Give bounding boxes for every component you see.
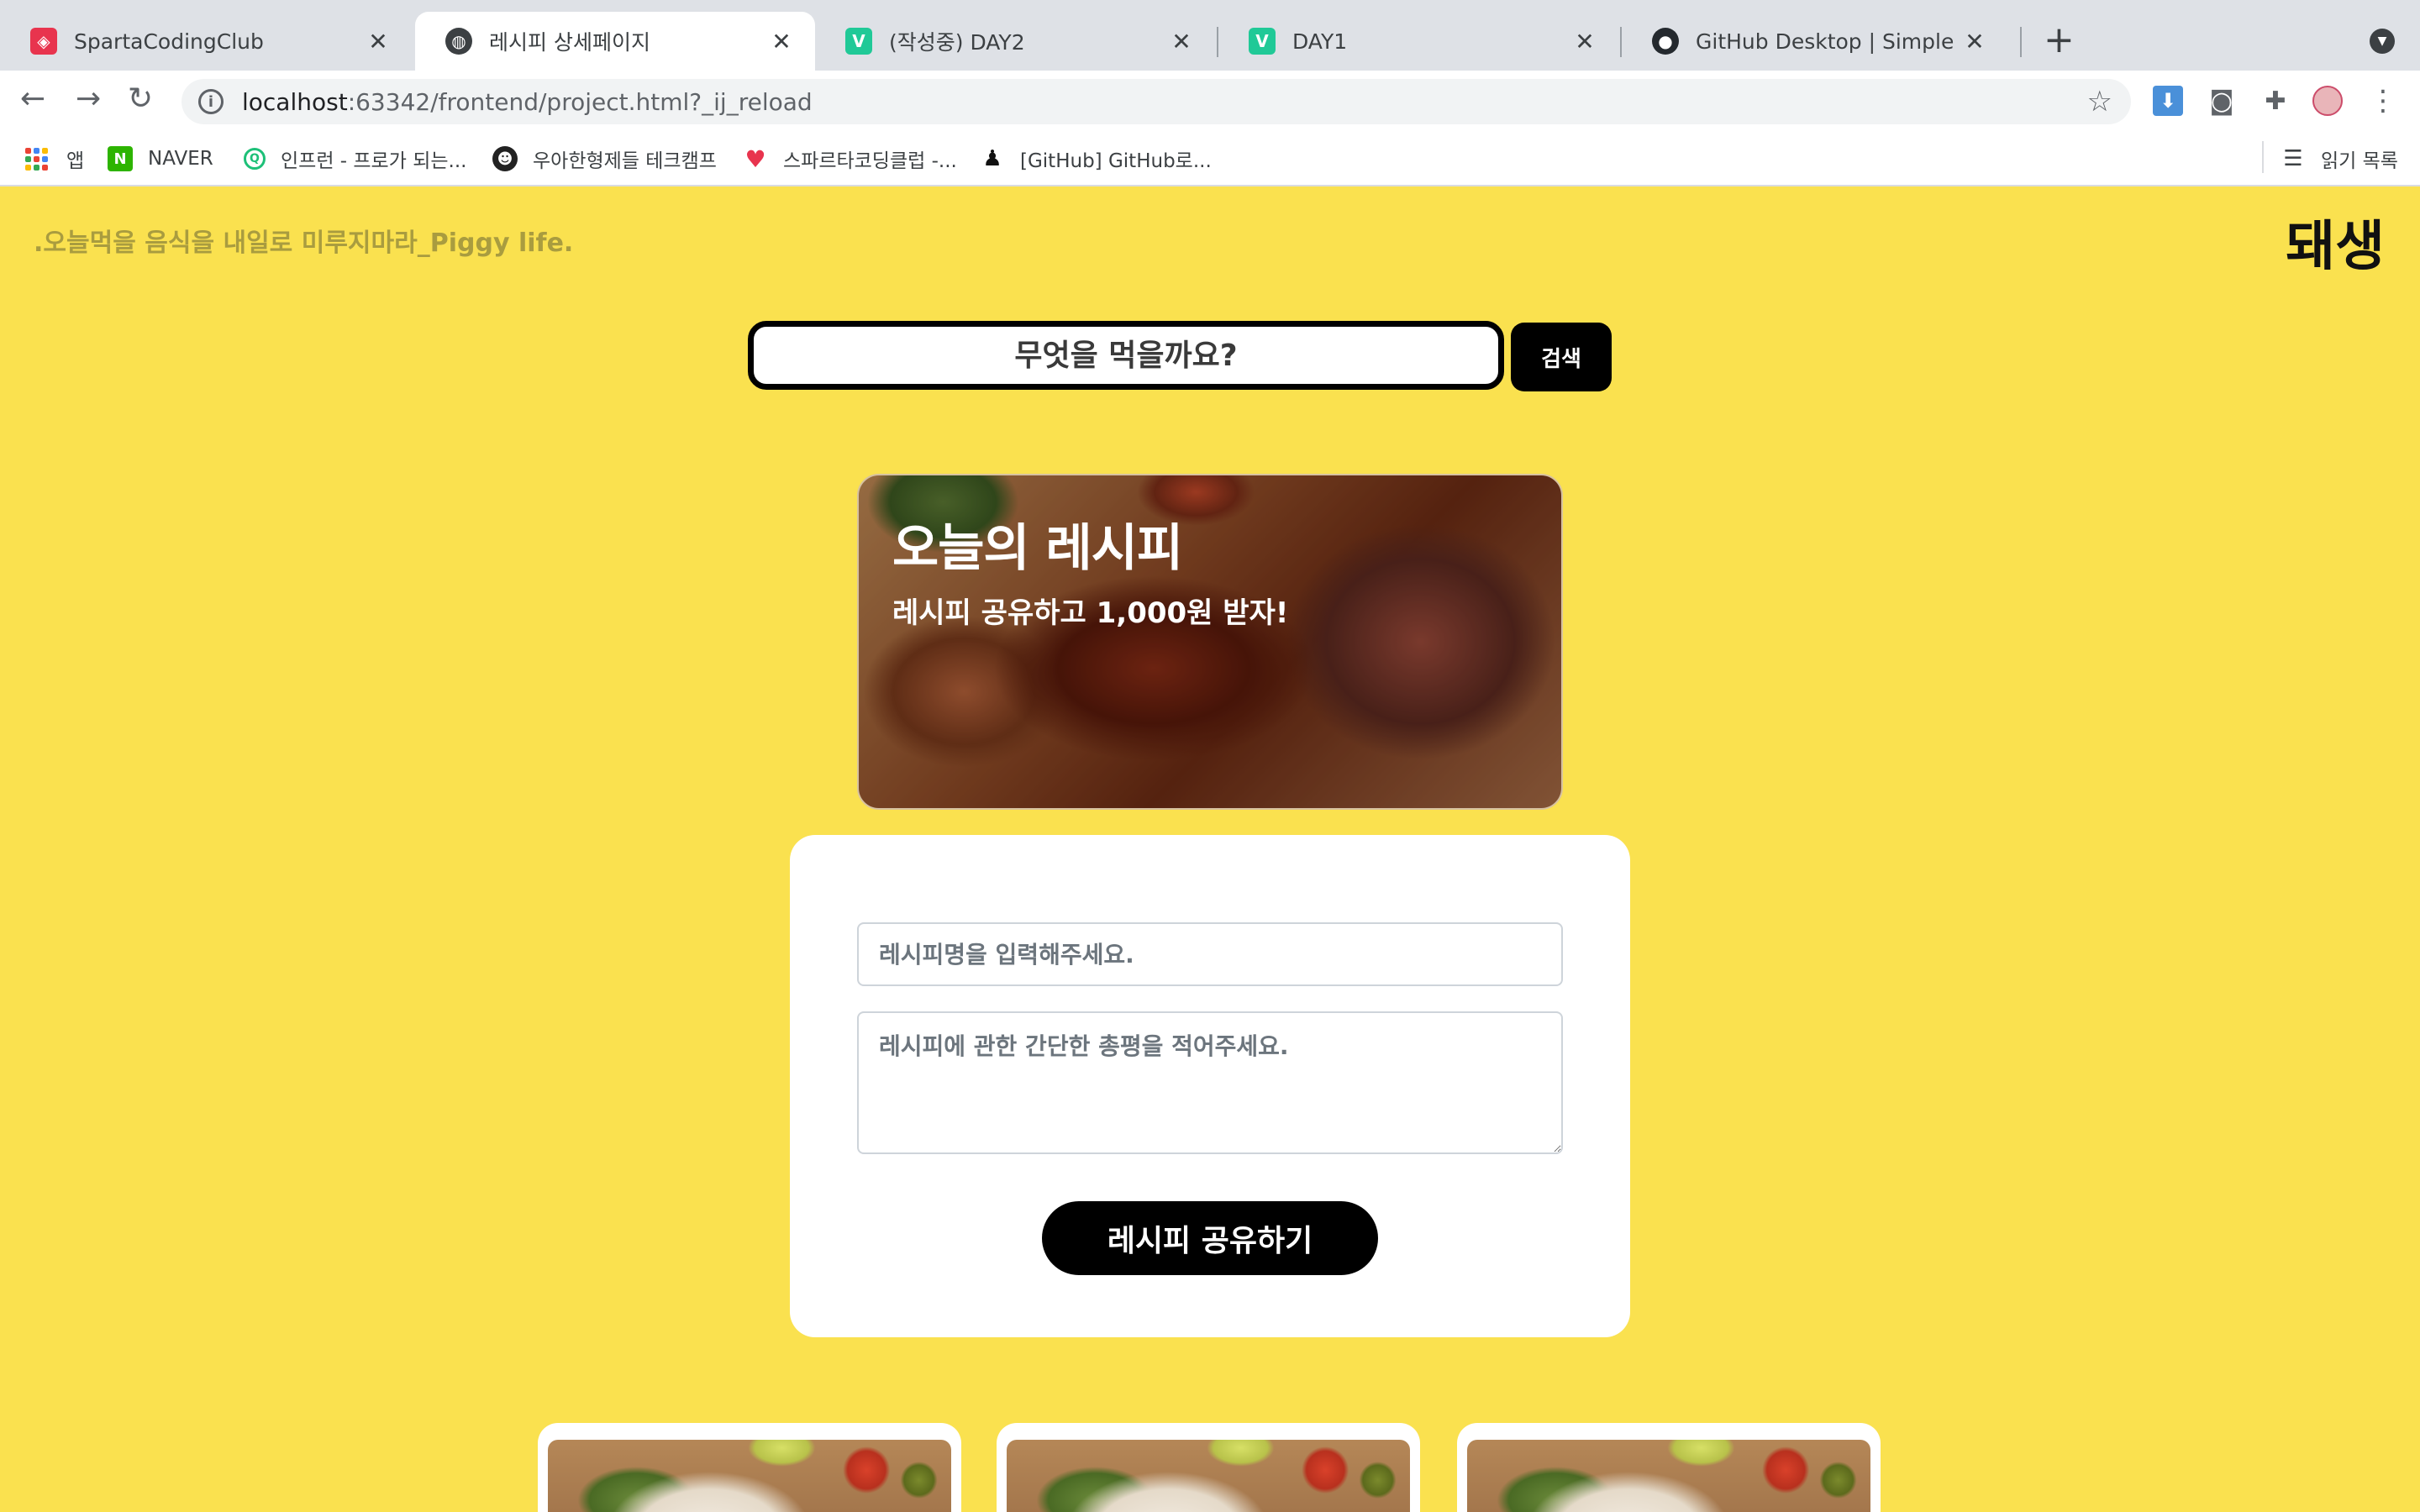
- tab-title: (작성중) DAY2: [889, 30, 1025, 55]
- velog-icon: V: [845, 28, 872, 55]
- url-path: :63342/frontend/project.html?_ij_reload: [347, 87, 813, 116]
- reading-list-label: 읽기 목록: [2321, 150, 2398, 172]
- recipe-card[interactable]: [538, 1423, 961, 1512]
- camera-icon[interactable]: ◙: [2207, 86, 2237, 116]
- back-arrow-icon[interactable]: ←: [20, 82, 45, 116]
- close-icon[interactable]: ✕: [1961, 28, 1988, 55]
- bookmark-star-icon[interactable]: ☆: [2087, 85, 2112, 118]
- bookmark-label: NAVER: [148, 148, 213, 170]
- reload-icon[interactable]: ↻: [128, 82, 153, 116]
- bookmarks-bar: 앱 N NAVER Q 인프런 - 프로가 되는... ☻ 우아한형제들 테크캠…: [0, 131, 2420, 186]
- bookmark-label: 앱: [66, 150, 85, 172]
- woowahan-icon: ☻: [492, 146, 518, 171]
- search-button[interactable]: 검색: [1511, 323, 1612, 391]
- bookmark-woowahan[interactable]: ☻ 우아한형제들 테크캠프: [492, 143, 717, 175]
- menu-dots-icon[interactable]: ⋮: [2368, 84, 2398, 118]
- address-bar[interactable]: i localhost:63342/frontend/project.html?…: [182, 79, 2131, 124]
- github-icon: ●: [1652, 28, 1679, 55]
- sparta-icon: ◈: [30, 28, 57, 55]
- tab-day1[interactable]: V DAY1 ✕: [1218, 12, 1618, 71]
- velog-icon: V: [1249, 28, 1276, 55]
- download-extension-icon[interactable]: ⬇: [2153, 86, 2183, 116]
- search-input[interactable]: [748, 321, 1504, 390]
- recipe-name-input[interactable]: [857, 922, 1563, 986]
- tab-recipe[interactable]: ◍ 레시피 상세페이지 ✕: [415, 12, 815, 71]
- extensions-puzzle-icon[interactable]: ✚: [2260, 86, 2291, 116]
- hero-title: 오늘의 레시피: [892, 519, 1183, 578]
- tab-github[interactable]: ● GitHub Desktop | Simple collab ✕: [1622, 12, 2008, 71]
- reading-list-icon: ☰: [2283, 146, 2303, 171]
- recipe-card[interactable]: [1457, 1423, 1881, 1512]
- site-slogan: .오늘먹을 음식을 내일로 미루지마라_Piggy life.: [34, 228, 574, 258]
- site-brand-logo[interactable]: 돼생: [2286, 203, 2385, 281]
- close-icon[interactable]: ✕: [768, 28, 795, 55]
- new-tab-plus-icon[interactable]: +: [2044, 22, 2075, 59]
- browser-toolbar: ← → ↻ i localhost:63342/frontend/project…: [0, 71, 2420, 131]
- bookmark-naver[interactable]: N NAVER: [108, 143, 213, 175]
- penguin-icon: ♟: [982, 146, 1002, 171]
- naver-icon: N: [108, 146, 133, 171]
- profile-avatar-icon[interactable]: [2312, 86, 2343, 116]
- tab-title: GitHub Desktop | Simple collab: [1696, 29, 1961, 54]
- reading-list[interactable]: ☰ 읽기 목록: [2281, 143, 2398, 175]
- recipe-form-card: 레시피 공유하기: [790, 835, 1630, 1337]
- close-icon[interactable]: ✕: [365, 28, 392, 55]
- tab-bar: ◈ SpartaCodingClub ✕ ◍ 레시피 상세페이지 ✕ V (작성…: [0, 0, 2420, 71]
- url-text[interactable]: localhost:63342/frontend/project.html?_i…: [242, 88, 813, 116]
- bookmark-sparta[interactable]: ♥ 스파르타코딩클럽 -...: [743, 143, 957, 175]
- bookmark-label: [GitHub] GitHub로...: [1020, 150, 1212, 172]
- tab-search-chevron-icon[interactable]: ▼: [2370, 29, 2395, 54]
- recipe-card-image: [548, 1440, 951, 1512]
- tab-title: SpartaCodingClub: [74, 29, 264, 54]
- apps-icon: [25, 147, 48, 171]
- inflearn-icon: Q: [244, 148, 266, 170]
- bookmark-github[interactable]: ♟ [GitHub] GitHub로...: [980, 143, 1212, 175]
- info-icon[interactable]: i: [198, 89, 224, 114]
- hero-banner: 오늘의 레시피 레시피 공유하고 1,000원 받자!: [857, 474, 1563, 810]
- globe-icon: ◍: [445, 28, 472, 55]
- bookmark-apps[interactable]: 앱: [25, 143, 84, 175]
- share-recipe-button[interactable]: 레시피 공유하기: [1042, 1201, 1378, 1275]
- bookmark-label: 스파르타코딩클럽 -...: [783, 150, 957, 172]
- recipe-card-image: [1467, 1440, 1870, 1512]
- tab-separator: [2020, 27, 2022, 57]
- recipe-card[interactable]: [997, 1423, 1420, 1512]
- sparta-bookmark-icon: ♥: [744, 144, 766, 173]
- url-host: localhost: [242, 87, 348, 116]
- close-icon[interactable]: ✕: [1168, 28, 1195, 55]
- recipe-card-image: [1007, 1440, 1410, 1512]
- tab-sparta[interactable]: ◈ SpartaCodingClub ✕: [0, 12, 412, 71]
- forward-arrow-icon[interactable]: →: [76, 82, 101, 116]
- bookmark-label: 우아한형제들 테크캠프: [533, 150, 717, 172]
- tab-title: 레시피 상세페이지: [489, 30, 650, 55]
- bookmark-inflearn[interactable]: Q 인프런 - 프로가 되는...: [244, 143, 466, 175]
- bookmark-label: 인프런 - 프로가 되는...: [281, 150, 467, 172]
- tab-title: DAY1: [1292, 29, 1348, 54]
- bookmarks-separator: [2262, 141, 2264, 173]
- close-icon[interactable]: ✕: [1571, 28, 1598, 55]
- recipe-review-textarea[interactable]: [857, 1011, 1563, 1154]
- page-content: .오늘먹을 음식을 내일로 미루지마라_Piggy life. 돼생 검색 오늘…: [0, 186, 2420, 1512]
- tab-day2[interactable]: V (작성중) DAY2 ✕: [815, 12, 1215, 71]
- hero-subtitle: 레시피 공유하고 1,000원 받자!: [892, 596, 1289, 630]
